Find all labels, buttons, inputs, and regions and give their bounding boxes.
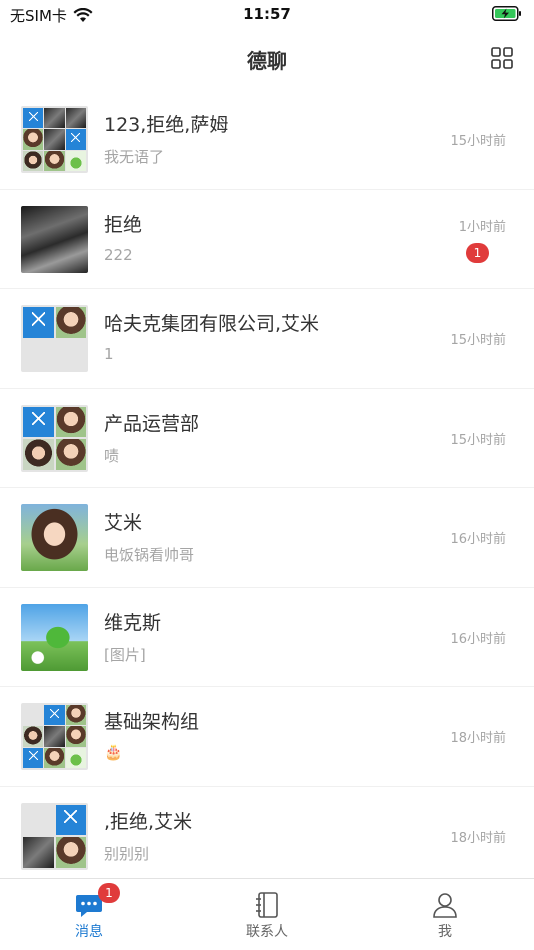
message-preview: 别别别 xyxy=(104,844,150,863)
conversation-list[interactable]: 123,拒绝,萨姆 我无语了 15小时前 拒绝 222 1小时前 1 哈夫克集团… xyxy=(0,90,534,878)
address-book-icon xyxy=(256,892,278,918)
message-preview: 我无语了 xyxy=(104,148,165,166)
tab-messages[interactable]: 消息 1 xyxy=(0,879,178,950)
message-time: 1小时前 xyxy=(458,219,506,235)
tab-contacts[interactable]: 联系人 xyxy=(178,879,356,950)
conversation-name: 基础架构组 xyxy=(104,711,200,733)
nav-header: 德聊 xyxy=(0,30,534,90)
status-bar: 无SIM卡 11:57 xyxy=(0,0,534,30)
page-title: 德聊 xyxy=(247,49,287,73)
message-time: 18小时前 xyxy=(450,830,506,846)
conversation-item[interactable]: 拒绝 222 1小时前 1 xyxy=(0,190,534,289)
clock: 11:57 xyxy=(243,5,291,23)
tab-label: 消息 xyxy=(75,924,103,940)
conversation-name: ,拒绝,艾米 xyxy=(104,810,193,833)
group-avatar xyxy=(21,106,88,173)
conversation-item[interactable]: 基础架构组 🎂 18小时前 xyxy=(0,687,534,787)
conversation-item[interactable]: 维克斯 [图片] 16小时前 xyxy=(0,588,534,687)
user-avatar xyxy=(21,205,88,273)
conversation-name: 123,拒绝,萨姆 xyxy=(104,114,229,136)
tab-bar: 消息 1 联系人 我 xyxy=(0,878,534,950)
message-preview: 啧 xyxy=(104,446,120,465)
conversation-name: 哈夫克集团有限公司,艾米 xyxy=(104,313,320,335)
message-preview: 222 xyxy=(104,245,133,264)
conversation-name: 产品运营部 xyxy=(104,412,200,435)
conversation-name: 维克斯 xyxy=(104,611,162,634)
grid-menu-icon[interactable] xyxy=(490,46,514,70)
user-profile-icon xyxy=(433,893,457,918)
tab-unread-badge: 1 xyxy=(98,883,120,903)
unread-badge: 1 xyxy=(466,242,489,263)
conversation-item[interactable]: 哈夫克集团有限公司,艾米 1 15小时前 xyxy=(0,289,534,389)
user-avatar xyxy=(21,504,88,571)
message-preview: [图片] xyxy=(104,645,146,664)
message-time: 15小时前 xyxy=(450,333,506,348)
message-time: 15小时前 xyxy=(450,432,506,448)
tab-label: 联系人 xyxy=(246,924,288,940)
group-avatar xyxy=(21,404,88,472)
tab-me[interactable]: 我 xyxy=(356,879,534,950)
conversation-item[interactable]: 产品运营部 啧 15小时前 xyxy=(0,389,534,488)
message-time: 15小时前 xyxy=(450,134,506,149)
group-avatar xyxy=(21,703,88,770)
message-preview: 电饭锅看帅哥 xyxy=(104,546,195,564)
message-time: 18小时前 xyxy=(450,731,506,746)
group-avatar xyxy=(21,305,88,372)
message-preview: 🎂 xyxy=(104,743,123,761)
group-avatar xyxy=(21,802,88,870)
message-time: 16小时前 xyxy=(450,532,506,547)
conversation-item[interactable]: 123,拒绝,萨姆 我无语了 15小时前 xyxy=(0,90,534,190)
tab-label: 我 xyxy=(438,924,452,940)
message-preview: 1 xyxy=(104,345,114,363)
conversation-name: 艾米 xyxy=(104,512,143,534)
conversation-item[interactable]: ,拒绝,艾米 别别别 18小时前 xyxy=(0,787,534,879)
message-time: 16小时前 xyxy=(450,631,506,647)
battery-charging-icon xyxy=(492,6,521,21)
conversation-item[interactable]: 艾米 电饭锅看帅哥 16小时前 xyxy=(0,488,534,588)
user-avatar xyxy=(21,603,88,671)
conversation-name: 拒绝 xyxy=(104,213,143,236)
